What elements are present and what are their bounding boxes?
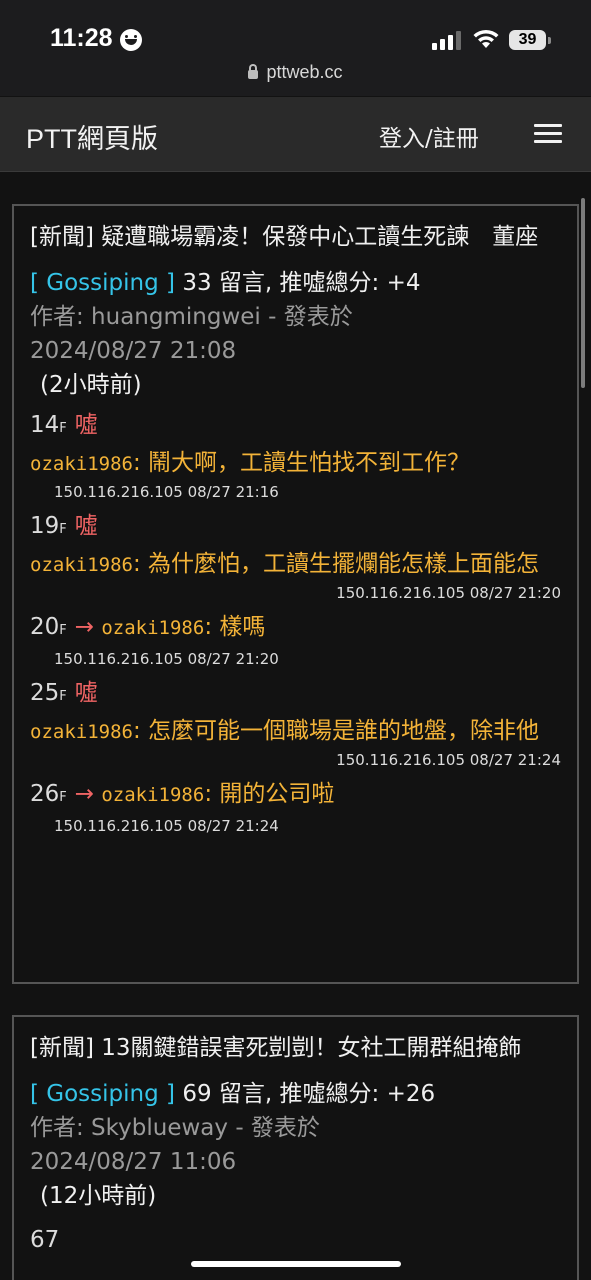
comment-ip-time: 150.116.216.105 08/27 21:24 (54, 817, 279, 835)
comment-user[interactable]: ozaki1986 (30, 554, 133, 576)
comment-list: 14F 噓 ozaki1986: 鬧大啊，工讀生怕找不到工作？ 150.116.2… (30, 408, 561, 837)
hamburger-menu-icon[interactable] (534, 124, 564, 144)
post-datetime: 2024/08/27 11:06 (30, 1149, 237, 1175)
comment-ip-time: 150.116.216.105 08/27 21:20 (54, 650, 279, 668)
comment: 14F 噓 ozaki1986: 鬧大啊，工讀生怕找不到工作？ 150.116.2… (30, 408, 561, 503)
comment-tag: 噓 (74, 513, 98, 539)
cellular-signal-icon (432, 30, 462, 50)
post-title[interactable]: [新聞] 疑遭職場霸凌！保發中心工讀生死諫 董座 (30, 220, 561, 254)
comment: 26F → ozaki1986: 開的公司啦 150.116.216.105 08… (30, 777, 561, 837)
comment-floor: 20 (30, 614, 60, 640)
board-tag[interactable]: [ Gossiping ] (30, 270, 175, 296)
post-author: 作者: Skyblueway - 發表於 (30, 1115, 320, 1141)
status-time: 11:28 (50, 24, 113, 52)
comment: 25F 噓 ozaki1986: 怎麼可能一個職場是誰的地盤，除非他 150.11… (30, 676, 561, 771)
post-meta: [ Gossiping ] 69 留言, 推噓總分: +26 作者: Skybl… (30, 1077, 561, 1213)
site-header: PTT網頁版 登入/註冊 (0, 97, 591, 172)
comment-floor: 67 (30, 1227, 60, 1253)
post-meta: [ Gossiping ] 33 留言, 推噓總分: +4 作者: huangm… (30, 266, 561, 402)
floor-suffix: F (59, 790, 67, 805)
floor-suffix: F (59, 522, 67, 537)
comment-text: : 為什麼怕，工讀生擺爛能怎樣上面能怎 (132, 551, 540, 577)
comment-tag: → (74, 614, 95, 640)
address-bar[interactable]: pttweb.cc (0, 62, 591, 83)
battery-icon: 39 (509, 30, 546, 50)
comment-text: : 鬧大啊，工讀生怕找不到工作？ (132, 450, 471, 476)
floor-suffix: F (59, 689, 67, 704)
post-card[interactable]: [新聞] 13關鍵錯誤害死剴剴！女社工開群組掩飾 [ Gossiping ] 6… (12, 1015, 579, 1280)
post-relative-time: (2小時前) (40, 372, 142, 398)
board-tag[interactable]: [ Gossiping ] (30, 1081, 175, 1107)
smiley-icon (120, 29, 142, 51)
comment-ip-time: 150.116.216.105 08/27 21:16 (54, 483, 279, 501)
home-indicator[interactable] (191, 1261, 401, 1267)
comment-user[interactable]: ozaki1986 (30, 453, 133, 475)
comment-text: : 開的公司啦 (204, 781, 335, 807)
login-register-link[interactable]: 登入/註冊 (379, 119, 479, 153)
post-title[interactable]: [新聞] 13關鍵錯誤害死剴剴！女社工開群組掩飾 (30, 1031, 561, 1065)
post-stats: 69 留言, 推噓總分: +26 (182, 1081, 436, 1107)
post-datetime: 2024/08/27 21:08 (30, 338, 237, 364)
comment-floor: 25 (30, 680, 60, 706)
battery-tip (548, 37, 551, 44)
status-bar: 11:28 39 pttweb.cc (0, 0, 591, 96)
post-relative-time: (12小時前) (40, 1183, 157, 1209)
scrollbar[interactable] (581, 198, 585, 388)
comment-user[interactable]: ozaki1986 (101, 784, 204, 806)
comment-floor: 19 (30, 513, 60, 539)
comment-ip-time: 150.116.216.105 08/27 21:20 (336, 584, 561, 602)
post-stats: 33 留言, 推噓總分: +4 (182, 270, 421, 296)
post-list: [新聞] 疑遭職場霸凌！保發中心工讀生死諫 董座 [ Gossiping ] 3… (0, 173, 591, 1280)
post-author: 作者: huangmingwei - 發表於 (30, 304, 353, 330)
comment: 19F 噓 ozaki1986: 為什麼怕，工讀生擺爛能怎樣上面能怎 150.11… (30, 509, 561, 604)
floor-suffix: F (59, 421, 67, 436)
site-title[interactable]: PTT網頁版 (26, 117, 158, 156)
comment-tag: 噓 (74, 412, 98, 438)
wifi-icon (473, 29, 499, 48)
comment-user[interactable]: ozaki1986 (101, 617, 204, 639)
post-card[interactable]: [新聞] 疑遭職場霸凌！保發中心工讀生死諫 董座 [ Gossiping ] 3… (12, 204, 579, 984)
comment-tag: → (74, 781, 95, 807)
floor-suffix: F (59, 623, 67, 638)
comment-tag: 噓 (74, 680, 98, 706)
comment-ip-time: 150.116.216.105 08/27 21:24 (336, 751, 561, 769)
comment-text: : 樣嗎 (204, 614, 266, 640)
comment-floor: 14 (30, 412, 60, 438)
lock-icon (248, 64, 259, 79)
comment: 20F → ozaki1986: 樣嗎 150.116.216.105 08/27… (30, 610, 561, 670)
url-text: pttweb.cc (266, 62, 343, 82)
comment-floor: 26 (30, 781, 60, 807)
comment-user[interactable]: ozaki1986 (30, 721, 133, 743)
comment-text: : 怎麼可能一個職場是誰的地盤，除非他 (132, 718, 540, 744)
